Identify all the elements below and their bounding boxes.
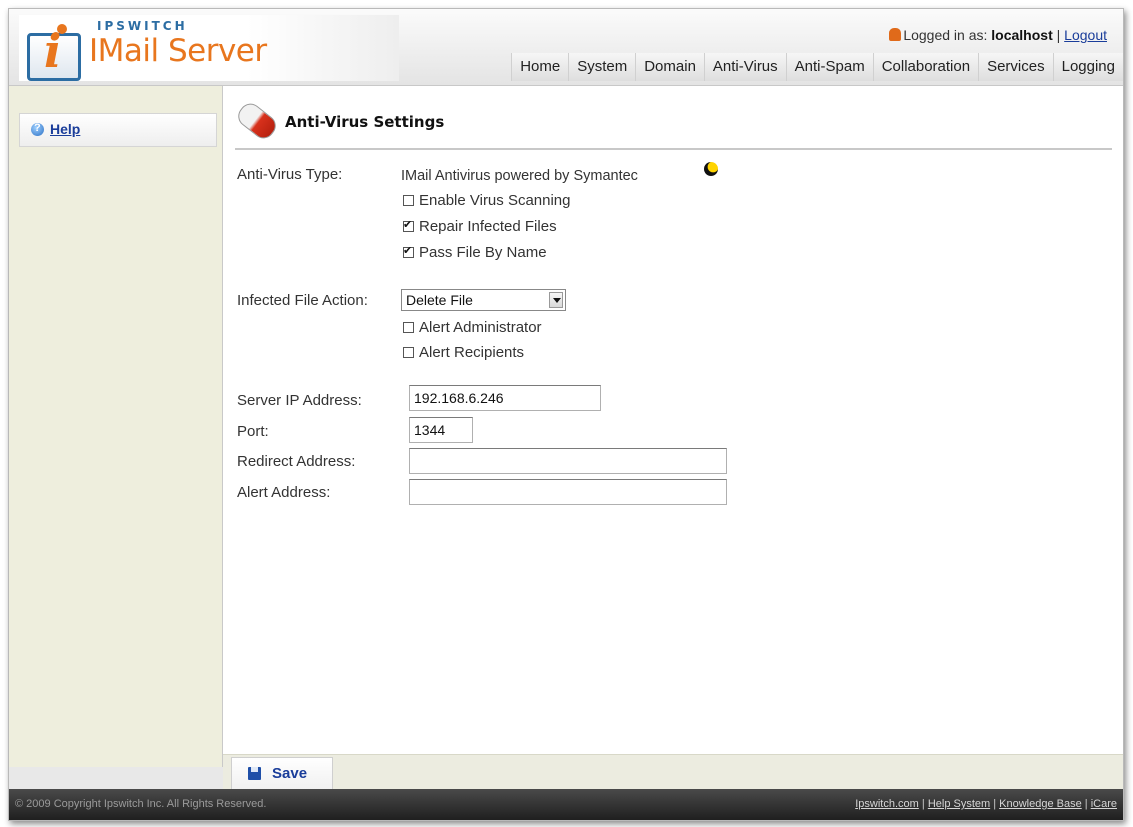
nav-home[interactable]: Home (511, 53, 569, 81)
page-title: Anti-Virus Settings (285, 113, 445, 131)
help-link[interactable]: Help (50, 121, 80, 137)
footer-link-help-system[interactable]: Help System (928, 798, 990, 810)
alert-recipients-checkbox[interactable]: Alert Recipients (403, 344, 524, 361)
action-bar: Save (223, 754, 1123, 790)
user-icon (889, 28, 902, 41)
separator: | (993, 798, 997, 810)
logout-link[interactable]: Logout (1064, 27, 1107, 43)
antivirus-type-value: IMail Antivirus powered by Symantec (401, 168, 638, 184)
separator: | (1084, 798, 1088, 810)
company-name: IPSWITCH (97, 19, 188, 33)
main-nav: Home System Domain Anti-Virus Anti-Spam … (511, 53, 1123, 81)
main-content: Anti-Virus Settings Anti-Virus Type: IMa… (223, 86, 1123, 767)
antivirus-type-label: Anti-Virus Type: (237, 166, 343, 183)
footer-links: Ipswitch.com | Help System | Knowledge B… (855, 798, 1117, 810)
nav-collaboration[interactable]: Collaboration (872, 53, 979, 81)
login-status: Logged in as: localhost | Logout (889, 27, 1107, 43)
checkbox-label: Enable Virus Scanning (419, 192, 571, 209)
logged-in-label: Logged in as: (903, 27, 988, 43)
footer-link-knowledge-base[interactable]: Knowledge Base (999, 798, 1082, 810)
pass-file-by-name-checkbox[interactable]: Pass File By Name (403, 244, 547, 261)
product-name: IMail Server (89, 33, 267, 69)
footer-link-ipswitch[interactable]: Ipswitch.com (855, 798, 919, 810)
footer-link-icare[interactable]: iCare (1091, 798, 1117, 810)
help-icon: ? (31, 122, 44, 136)
server-ip-input[interactable]: 192.168.6.246 (409, 385, 601, 411)
chevron-down-icon[interactable] (549, 292, 563, 308)
checkbox-checked[interactable] (403, 244, 414, 258)
redirect-address-label: Redirect Address: (237, 453, 356, 470)
footer: © 2009 Copyright Ipswitch Inc. All Right… (9, 789, 1123, 820)
nav-domain[interactable]: Domain (635, 53, 704, 81)
save-button[interactable]: Save (231, 757, 333, 790)
header: i IPSWITCH IMail Server Logged in as: lo… (9, 9, 1123, 86)
alert-administrator-checkbox[interactable]: Alert Administrator (403, 319, 542, 336)
infected-file-action-label: Infected File Action: (237, 292, 368, 309)
sidebar: ? Help (9, 86, 223, 767)
username: localhost (991, 27, 1053, 43)
checkbox-unchecked[interactable] (403, 347, 414, 358)
checkbox-label: Alert Recipients (419, 344, 525, 361)
divider (235, 148, 1112, 150)
pill-icon (233, 99, 281, 143)
checkbox-checked[interactable] (403, 218, 414, 232)
nav-logging[interactable]: Logging (1052, 53, 1123, 81)
symantec-icon (704, 162, 718, 176)
logo: i IPSWITCH IMail Server (19, 15, 399, 81)
repair-infected-files-checkbox[interactable]: Repair Infected Files (403, 218, 557, 235)
checkbox-unchecked[interactable] (403, 322, 414, 333)
redirect-address-input[interactable] (409, 448, 727, 474)
enable-virus-scanning-checkbox[interactable]: Enable Virus Scanning (403, 192, 571, 209)
app-window: i IPSWITCH IMail Server Logged in as: lo… (8, 8, 1124, 821)
alert-address-label: Alert Address: (237, 484, 331, 501)
save-label: Save (272, 765, 308, 782)
checkbox-label: Pass File By Name (419, 244, 547, 261)
nav-services[interactable]: Services (978, 53, 1053, 81)
sidebar-item-help[interactable]: ? Help (19, 113, 217, 147)
port-input[interactable]: 1344 (409, 417, 473, 443)
nav-anti-spam[interactable]: Anti-Spam (785, 53, 873, 81)
nav-system[interactable]: System (568, 53, 636, 81)
server-ip-label: Server IP Address: (237, 392, 362, 409)
infected-file-action-select[interactable]: Delete File (401, 289, 566, 311)
select-value: Delete File (406, 292, 473, 308)
checkbox-label: Alert Administrator (419, 319, 542, 336)
separator: | (921, 798, 925, 810)
i-logo-icon: i (27, 24, 81, 81)
checkbox-unchecked[interactable] (403, 195, 414, 206)
checkbox-label: Repair Infected Files (419, 218, 557, 235)
alert-address-input[interactable] (409, 479, 727, 505)
nav-anti-virus[interactable]: Anti-Virus (703, 53, 786, 81)
separator: | (1056, 27, 1061, 43)
save-icon (248, 767, 261, 780)
port-label: Port: (237, 423, 269, 440)
copyright-text: © 2009 Copyright Ipswitch Inc. All Right… (15, 798, 267, 810)
